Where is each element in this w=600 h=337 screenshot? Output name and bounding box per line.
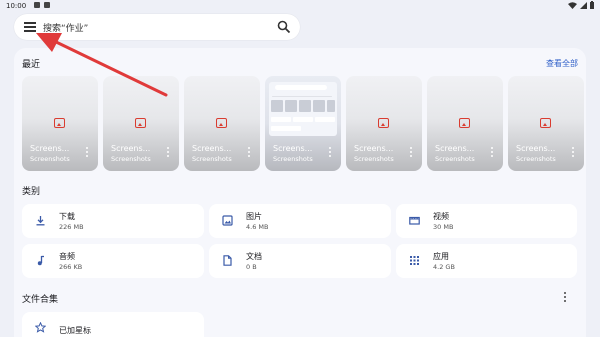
category-apps[interactable]: 应用 4.2 GB [396, 244, 577, 278]
system-icons [568, 1, 594, 9]
file-name: Screens... [273, 144, 313, 153]
more-options-icon[interactable] [572, 147, 575, 159]
category-label: 视频 [433, 212, 449, 221]
category-images[interactable]: 图片 4.6 MB [209, 204, 391, 238]
file-folder: Screenshots [354, 155, 394, 163]
category-downloads[interactable]: 下载 226 MB [22, 204, 204, 238]
file-name: Screens... [192, 144, 232, 153]
file-folder: Screenshots [516, 155, 556, 163]
document-icon [223, 255, 232, 266]
file-name: Screens... [111, 144, 151, 153]
category-size: 4.2 GB [433, 263, 455, 271]
status-bar: 10:00 [0, 0, 600, 12]
file-folder: Screenshots [30, 155, 70, 163]
collection-label: 已加星标 [59, 326, 91, 335]
download-icon [36, 216, 45, 226]
category-label: 文档 [246, 252, 262, 261]
category-size: 266 KB [59, 263, 83, 271]
more-options-icon[interactable] [248, 147, 251, 159]
music-icon [37, 255, 44, 266]
file-name: Screens... [354, 144, 394, 153]
file-name: Screens... [435, 144, 475, 153]
file-folder: Screenshots [111, 155, 151, 163]
battery-icon [590, 1, 594, 9]
category-documents[interactable]: 文档 0 B [209, 244, 391, 278]
categories-title: 类别 [22, 187, 41, 197]
collection-starred[interactable]: 已加星标 [22, 312, 204, 337]
category-label: 下载 [59, 212, 75, 221]
recent-item[interactable]: Screens... Screenshots [22, 76, 98, 171]
file-folder: Screenshots [273, 155, 313, 163]
recent-item[interactable]: Screens... Screenshots [508, 76, 584, 171]
file-folder: Screenshots [435, 155, 475, 163]
more-options-icon[interactable] [86, 147, 89, 159]
search-input[interactable]: 搜索“作业” [43, 21, 88, 34]
recent-item[interactable]: Screens... Screenshots [184, 76, 260, 171]
notification-icon [34, 2, 40, 8]
image-placeholder-icon [459, 118, 470, 128]
image-placeholder-icon [216, 118, 227, 128]
search-icon[interactable] [277, 20, 291, 34]
category-label: 图片 [246, 212, 262, 221]
more-options-icon[interactable] [410, 147, 413, 159]
menu-icon[interactable] [24, 22, 36, 32]
image-placeholder-icon [378, 118, 389, 128]
category-label: 应用 [433, 252, 449, 261]
category-audio[interactable]: 音频 266 KB [22, 244, 204, 278]
search-bar[interactable]: 搜索“作业” [14, 14, 300, 40]
file-name: Screens... [30, 144, 70, 153]
more-options-icon[interactable] [491, 147, 494, 159]
recent-list: Screens... Screenshots Screens... Screen… [22, 76, 584, 171]
wifi-icon [568, 1, 577, 9]
recent-item[interactable]: Screens... Screenshots [427, 76, 503, 171]
image-placeholder-icon [54, 118, 65, 128]
recent-item[interactable]: Screens... Screenshots [265, 76, 341, 171]
collections-title: 文件合集 [22, 295, 59, 305]
video-icon [409, 216, 420, 225]
category-size: 0 B [246, 263, 257, 271]
view-all-link[interactable]: 查看全部 [546, 58, 578, 69]
image-placeholder-icon [540, 118, 551, 128]
collections-more-icon[interactable] [564, 292, 568, 304]
category-size: 4.6 MB [246, 223, 269, 231]
file-name: Screens... [516, 144, 556, 153]
more-options-icon[interactable] [329, 147, 332, 159]
image-placeholder-icon [135, 118, 146, 128]
image-icon [222, 215, 233, 226]
notification-icon [44, 2, 50, 8]
file-folder: Screenshots [192, 155, 232, 163]
signal-icon [580, 1, 587, 9]
more-options-icon[interactable] [167, 147, 170, 159]
recent-title: 最近 [22, 60, 41, 70]
recent-item[interactable]: Screens... Screenshots [346, 76, 422, 171]
apps-icon [410, 256, 419, 265]
category-label: 音频 [59, 252, 75, 261]
category-videos[interactable]: 视频 30 MB [396, 204, 577, 238]
star-icon [35, 322, 46, 333]
screenshot-preview [269, 82, 337, 136]
recent-item[interactable]: Screens... Screenshots [103, 76, 179, 171]
category-size: 30 MB [433, 223, 454, 231]
category-size: 226 MB [59, 223, 84, 231]
status-time: 10:00 [6, 2, 27, 10]
